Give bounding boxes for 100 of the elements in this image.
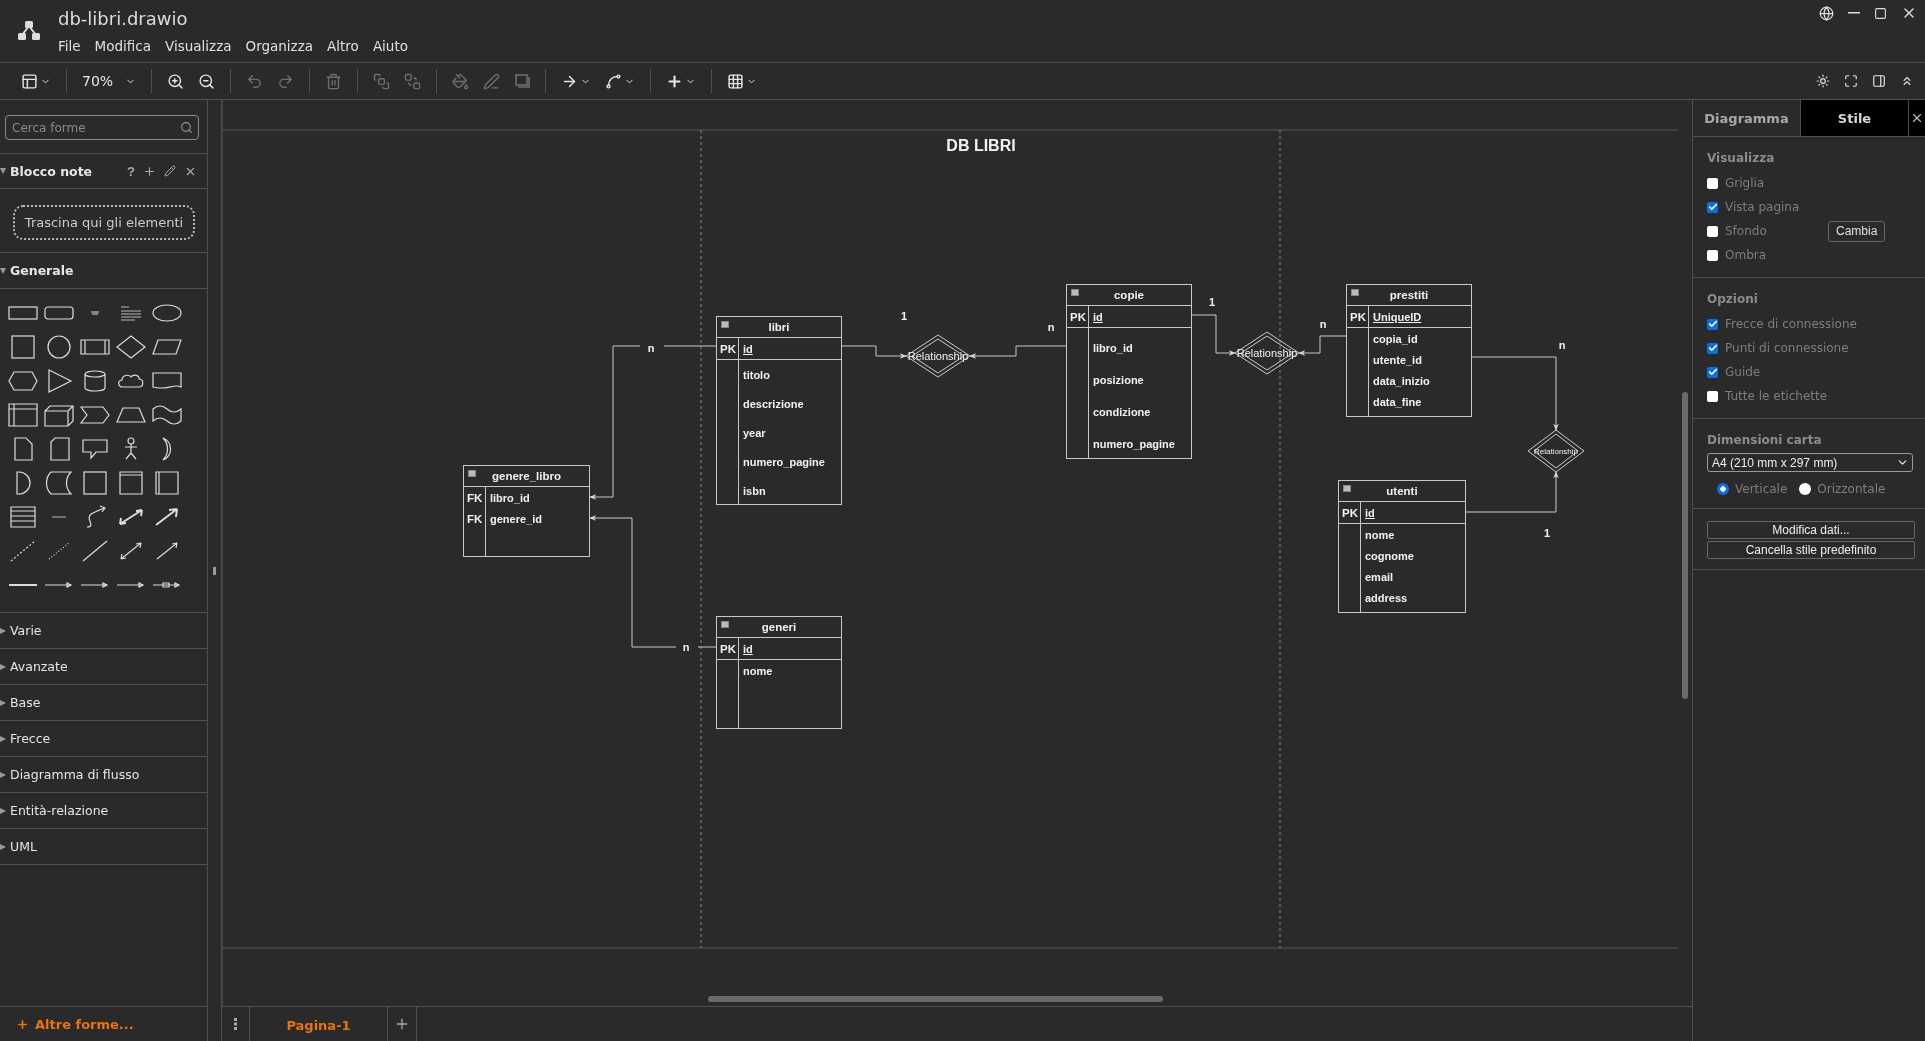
relationship-label: Relationship (1534, 446, 1578, 456)
undo-icon (246, 72, 263, 90)
field-name: nome (742, 665, 773, 677)
checkbox-label: Frecce di connessione (1725, 317, 1857, 331)
list-icon[interactable] (7, 505, 39, 529)
menu-item[interactable]: File (52, 36, 87, 56)
edit-button[interactable] (162, 165, 178, 177)
help-button[interactable]: ? (125, 163, 137, 179)
checkbox[interactable] (1707, 177, 1718, 189)
page-tab[interactable]: Pagina-1 (250, 1007, 388, 1041)
field-name: posizione (1092, 374, 1144, 386)
field-name: titolo (742, 368, 770, 381)
checkbox[interactable] (1707, 366, 1718, 378)
checkbox-label: Griglia (1725, 176, 1766, 190)
to-back-icon (404, 72, 421, 90)
checkbox[interactable] (1707, 390, 1718, 402)
panel-icon (1872, 74, 1886, 88)
field-name: condizione (1092, 406, 1151, 418)
field-name: id (1364, 506, 1375, 519)
library-header[interactable]: Avanzate (0, 649, 207, 684)
checkbox[interactable] (1707, 249, 1718, 261)
caret-icon (0, 663, 6, 670)
step-icon[interactable] (79, 403, 111, 427)
key-label: PK (1070, 310, 1086, 323)
layout-icon (21, 72, 38, 90)
library-header[interactable]: Diagramma di flusso (0, 757, 207, 792)
menu-item[interactable]: Aiuto (366, 36, 414, 56)
table-title: copie (1113, 289, 1144, 301)
zoom-in-icon (167, 72, 184, 90)
menu-item[interactable]: Visualizza (159, 36, 238, 56)
connector-arrow (841, 345, 907, 359)
more-icon (234, 1018, 237, 1030)
callout-icon[interactable] (79, 437, 111, 461)
checkbox[interactable] (1707, 342, 1718, 354)
change-button[interactable]: Cambia (1828, 220, 1886, 242)
pencil-icon (164, 165, 176, 177)
library-header[interactable]: Entità-relazione (0, 793, 207, 828)
checkbox-label: Punti di connessione (1725, 341, 1849, 355)
zoom-select[interactable]: 70% (77, 70, 141, 92)
caret-icon (0, 267, 6, 274)
field-name: copia_id (1372, 332, 1418, 345)
collapse-icon (1900, 74, 1914, 88)
diagram-title: DB LIBRI (946, 137, 1016, 154)
internal-storage-icon[interactable] (7, 403, 39, 427)
key-label: PK (720, 342, 736, 355)
hexagon-icon[interactable] (7, 369, 39, 393)
plus-icon (394, 1016, 410, 1032)
menu-item[interactable]: Organizza (239, 36, 320, 56)
checkbox[interactable] (1707, 318, 1718, 330)
library-header[interactable]: UML (0, 829, 207, 864)
field-name: id (742, 342, 753, 355)
paper-size-select[interactable]: A4 (210 mm x 297 mm) (1707, 453, 1913, 472)
checkbox-label: Ombra (1725, 248, 1768, 262)
field-name: year (742, 426, 766, 439)
checkbox-label: Vista pagina (1725, 200, 1801, 214)
app-logo[interactable] (17, 20, 41, 42)
splitter-handle[interactable] (213, 566, 216, 575)
drop-zone[interactable]: Trascina qui gli elementi (13, 205, 195, 240)
field-name: libro_id (1092, 342, 1133, 354)
connector-arrow (1191, 314, 1236, 356)
action-button[interactable]: Cancella stile predefinito (1707, 541, 1915, 559)
scrollbar-thumb[interactable] (708, 996, 1163, 1002)
library-header[interactable]: Varie (0, 613, 207, 648)
table-title: libri (768, 321, 790, 333)
library-header[interactable]: Base (0, 685, 207, 720)
scrollbar-thumb[interactable] (1682, 392, 1688, 699)
zoom-out-icon (198, 72, 215, 90)
field-name: data_fine (1372, 395, 1422, 408)
checkbox[interactable] (1707, 201, 1718, 213)
redo-icon (277, 72, 294, 90)
data-storage-icon[interactable] (43, 471, 75, 495)
library-header[interactable]: Frecce (0, 721, 207, 756)
cardinality-label: n (1047, 321, 1055, 333)
table-title: utenti (1386, 485, 1418, 497)
radio-button[interactable] (1717, 483, 1729, 495)
table-title: prestiti (1389, 289, 1429, 301)
close-panel-button[interactable] (1909, 100, 1925, 136)
field-name: data_inizio (1372, 374, 1430, 387)
scratchpad-header[interactable]: Blocco note (0, 154, 93, 188)
radio-button[interactable] (1799, 483, 1812, 495)
relationship-diamond (1527, 429, 1585, 473)
search-field[interactable]: Cerca forme (5, 115, 199, 140)
caret-icon (0, 627, 6, 634)
action-button[interactable]: Modifica dati... (1707, 521, 1915, 539)
field-name: isbn (742, 484, 766, 497)
window-title: db-libri.drawio (58, 8, 189, 31)
menu-item[interactable]: Modifica (88, 36, 158, 56)
library-header[interactable]: Generale (0, 253, 207, 288)
field-name: id (742, 642, 753, 655)
menu-item[interactable]: Altro (321, 36, 365, 56)
tape-icon[interactable] (151, 403, 183, 427)
panel-tab[interactable]: Stile (1801, 100, 1909, 136)
cube-icon[interactable] (43, 403, 75, 427)
section-title: Dimensioni carta (1707, 433, 1823, 447)
cardinality-label: n (1558, 339, 1566, 351)
checkbox[interactable] (1707, 225, 1718, 237)
diamond-icon[interactable] (115, 335, 147, 359)
ellipse-icon[interactable] (151, 301, 183, 325)
more-shapes-link[interactable]: Altre forme... (10, 1015, 140, 1033)
checkbox-label: Sfondo (1725, 224, 1768, 238)
